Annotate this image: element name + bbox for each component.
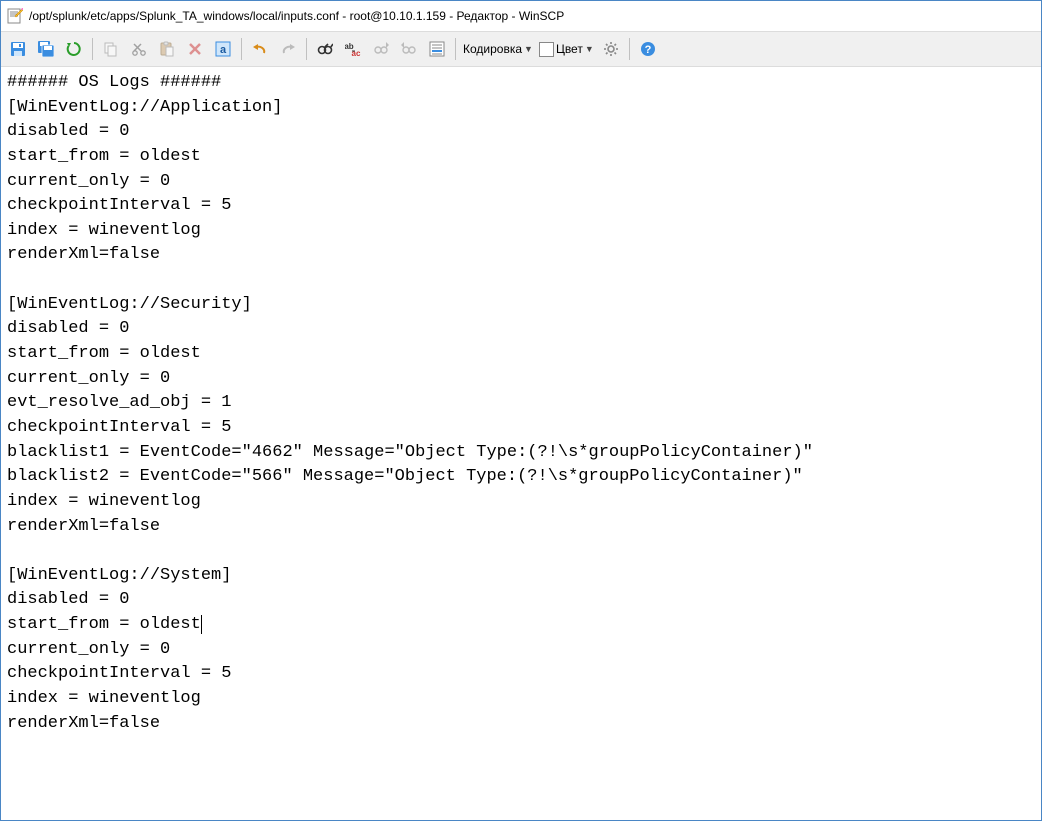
separator (306, 38, 307, 60)
chevron-down-icon: ▼ (585, 44, 594, 54)
find-button[interactable] (312, 36, 338, 62)
svg-text:?: ? (644, 44, 651, 56)
app-icon (7, 8, 23, 24)
encoding-label: Кодировка (463, 42, 522, 56)
goto-line-button[interactable] (424, 36, 450, 62)
text-editor[interactable]: ###### OS Logs ###### [WinEventLog://App… (1, 67, 1041, 820)
svg-text:ac: ac (352, 49, 361, 57)
toolbar: a ab (1, 32, 1041, 67)
cut-button[interactable] (126, 36, 152, 62)
chevron-down-icon: ▼ (524, 44, 533, 54)
copy-button[interactable] (98, 36, 124, 62)
delete-button[interactable] (182, 36, 208, 62)
separator (92, 38, 93, 60)
paste-button[interactable] (154, 36, 180, 62)
svg-text:a: a (220, 44, 227, 56)
encoding-dropdown[interactable]: Кодировка ▼ (461, 37, 535, 61)
settings-button[interactable] (598, 36, 624, 62)
color-dropdown[interactable]: Цвет ▼ (537, 37, 596, 61)
find-prev-button[interactable] (396, 36, 422, 62)
separator (241, 38, 242, 60)
select-all-button[interactable]: a (210, 36, 236, 62)
color-checkbox[interactable] (539, 42, 554, 57)
save-button[interactable] (5, 36, 31, 62)
save-all-button[interactable] (33, 36, 59, 62)
reload-button[interactable] (61, 36, 87, 62)
redo-button[interactable] (275, 36, 301, 62)
titlebar: /opt/splunk/etc/apps/Splunk_TA_windows/l… (1, 1, 1041, 32)
editor-window: /opt/splunk/etc/apps/Splunk_TA_windows/l… (0, 0, 1042, 821)
find-next-button[interactable] (368, 36, 394, 62)
separator (455, 38, 456, 60)
replace-button[interactable]: ab ac (340, 36, 366, 62)
window-title: /opt/splunk/etc/apps/Splunk_TA_windows/l… (29, 9, 564, 23)
color-label: Цвет (556, 42, 583, 56)
separator (629, 38, 630, 60)
help-button[interactable]: ? (635, 36, 661, 62)
undo-button[interactable] (247, 36, 273, 62)
